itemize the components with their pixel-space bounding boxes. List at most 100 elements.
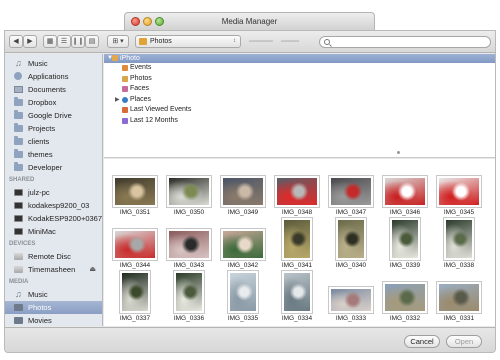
- sidebar-item-clients[interactable]: clients: [5, 135, 102, 148]
- iphoto-source-list: ▼ iPhoto Events Photos Faces ▶ Places Last Vi…: [104, 54, 495, 158]
- photo-caption: IMG_0339: [389, 262, 421, 269]
- iphoto-item-faces[interactable]: Faces: [104, 84, 495, 95]
- iphoto-item-label: Faces: [130, 85, 150, 92]
- list-view-button[interactable]: ☰: [57, 35, 71, 48]
- sidebar-item-label: KodakESP9200+0367: [28, 214, 103, 223]
- sidebar-item-music[interactable]: ♫ Music: [5, 57, 102, 70]
- monitor-icon: [14, 215, 23, 222]
- sidebar-item-projects[interactable]: Projects: [5, 122, 102, 135]
- photo-caption: IMG_0343: [173, 262, 205, 269]
- iphoto-item-label: Last Viewed Events: [130, 106, 192, 113]
- sidebar-item-label: kodakesp9200_03: [28, 201, 90, 210]
- applications-icon: [14, 72, 22, 80]
- photo-caption: IMG_0333: [335, 315, 367, 322]
- places-icon: [122, 96, 128, 103]
- documents-icon: [14, 86, 23, 93]
- forward-button[interactable]: ▶: [23, 35, 37, 48]
- iphoto-root-item[interactable]: ▼ iPhoto: [104, 54, 495, 63]
- sidebar-item-documents[interactable]: Documents: [5, 83, 102, 96]
- disclosure-triangle-closed-icon[interactable]: ▶: [115, 95, 120, 106]
- photo-image: [436, 175, 482, 208]
- iphoto-item-label: Events: [130, 64, 152, 71]
- iphoto-item-label: Photos: [130, 74, 152, 82]
- sidebar-item-developer[interactable]: Developer: [5, 161, 102, 174]
- sidebar-section-shared: SHARED: [9, 177, 35, 183]
- photo-image: [227, 270, 259, 314]
- photo-caption: IMG_0340: [335, 262, 367, 269]
- sidebar-item-timemasheen[interactable]: Timemasheen ⏏: [5, 263, 102, 276]
- photo-image: [112, 228, 158, 261]
- photo-caption: IMG_0345: [443, 209, 475, 216]
- photo-caption: IMG_0347: [335, 209, 367, 216]
- list-view-icon: ☰: [60, 38, 68, 45]
- sidebar-item-movies[interactable]: Movies: [5, 314, 102, 326]
- dialog-footer: Cancel Open: [5, 327, 495, 352]
- sidebar-item-julz-pc[interactable]: julz-pc: [5, 186, 102, 199]
- location-popup[interactable]: Photos ↕: [135, 35, 241, 48]
- window-title: Media Manager: [221, 17, 278, 26]
- photo-caption: IMG_0342: [227, 262, 259, 269]
- music-note-icon: ♫: [15, 289, 22, 299]
- eject-icon[interactable]: ⏏: [89, 263, 96, 276]
- sidebar-item-label: Timemasheen: [28, 265, 76, 274]
- icon-view-icon: ▦: [46, 38, 54, 45]
- iphoto-item-events[interactable]: Events: [104, 63, 495, 74]
- back-button[interactable]: ◀: [9, 35, 23, 48]
- photo-caption: IMG_0341: [281, 262, 313, 269]
- column-view-icon: ❙❙: [72, 38, 84, 45]
- cover-flow-button[interactable]: ▤: [85, 35, 99, 48]
- sidebar-item-label: clients: [28, 137, 50, 146]
- iphoto-item-last-viewed-events[interactable]: Last Viewed Events: [104, 105, 495, 116]
- search-field[interactable]: [319, 36, 491, 48]
- iphoto-item-last-12-months[interactable]: Last 12 Months: [104, 116, 495, 127]
- icon-view-button[interactable]: ▦: [43, 35, 57, 48]
- sidebar-item-applications[interactable]: Applications: [5, 70, 102, 83]
- photo-image: [335, 217, 367, 261]
- sidebar-item-label: Music: [28, 59, 48, 68]
- photo-image: [119, 270, 151, 314]
- sidebar-item-google-drive[interactable]: Google Drive: [5, 109, 102, 122]
- photo-caption: IMG_0331: [443, 315, 475, 322]
- photo-caption: IMG_0332: [389, 315, 421, 322]
- sidebar-item-label: Photos: [28, 303, 52, 312]
- folder-icon: [14, 97, 23, 106]
- photos-icon: [14, 304, 23, 311]
- iphoto-item-label: Places: [130, 95, 152, 103]
- photo-grid: IMG_0351 IMG_0350 IMG_0349 IMG_0348 IMG_0347…: [104, 159, 495, 326]
- sidebar-shared: julz-pc kodakesp9200_03 KodakESP9200+0367 M…: [5, 186, 102, 238]
- column-view-button[interactable]: ❙❙: [71, 35, 85, 48]
- faces-icon: [122, 86, 128, 92]
- iphoto-item-photos[interactable]: Photos: [104, 74, 495, 85]
- photo-caption: IMG_0348: [281, 209, 313, 216]
- sidebar-item-label: Music: [28, 290, 48, 299]
- sidebar-item-label: MiniMac: [28, 227, 56, 236]
- open-button[interactable]: Open: [446, 335, 482, 348]
- iphoto-item-places[interactable]: ▶ Places: [104, 95, 495, 106]
- cover-flow-icon: ▤: [88, 38, 96, 45]
- sidebar-item-music[interactable]: ♫ Music: [5, 288, 102, 301]
- photo-caption: IMG_0344: [119, 262, 151, 269]
- cancel-button[interactable]: Cancel: [404, 335, 440, 348]
- sidebar-item-dropbox[interactable]: Dropbox: [5, 96, 102, 109]
- sidebar-item-photos[interactable]: Photos: [5, 301, 102, 314]
- movies-icon: [14, 317, 23, 324]
- photo-image: [281, 270, 313, 314]
- sidebar-item-minimac[interactable]: MiniMac: [5, 225, 102, 238]
- sidebar-item-label: Google Drive: [28, 111, 72, 120]
- sidebar-item-kodakesp9200-0367[interactable]: KodakESP9200+0367: [5, 212, 102, 225]
- sidebar-item-kodakesp9200-03[interactable]: kodakesp9200_03: [5, 199, 102, 212]
- arrange-menu-button[interactable]: ⊞ ▾: [107, 35, 129, 48]
- sidebar-item-themes[interactable]: themes: [5, 148, 102, 161]
- sidebar-favorites: ♫ Music Applications Documents Dropbox Google…: [5, 57, 102, 174]
- sidebar-item-remote-disc[interactable]: Remote Disc: [5, 250, 102, 263]
- search-icon: [324, 39, 330, 45]
- photo-image: [382, 281, 428, 314]
- photo-caption: IMG_0334: [281, 315, 313, 322]
- photo-caption: IMG_0338: [443, 262, 475, 269]
- photo-image: [281, 217, 313, 261]
- photo-caption: IMG_0335: [227, 315, 259, 322]
- folder-icon: [14, 123, 23, 132]
- photo-image: [443, 217, 475, 261]
- split-view-handle[interactable]: [397, 151, 400, 154]
- sidebar-item-label: Dropbox: [28, 98, 57, 107]
